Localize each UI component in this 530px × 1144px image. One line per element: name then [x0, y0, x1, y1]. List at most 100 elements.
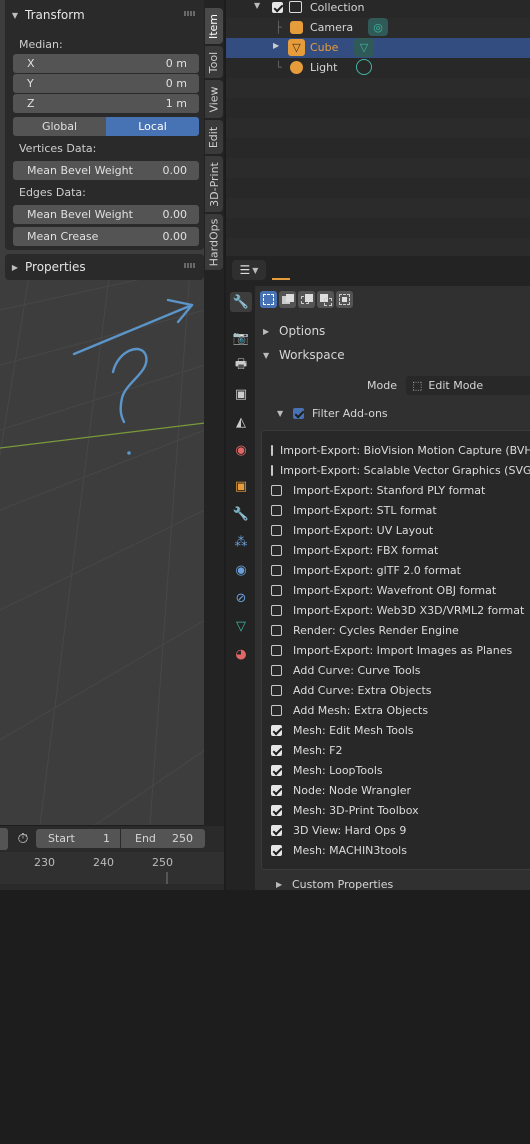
addon-row[interactable]: Import-Export: Scalable Vector Graphics …	[271, 460, 530, 480]
median-z-field[interactable]: Z 1 m	[13, 94, 199, 113]
custom-properties-section-header[interactable]	[490, 1120, 530, 1144]
tab-edit[interactable]: Edit	[205, 120, 223, 154]
modifier-icon[interactable]: 🔧	[230, 504, 252, 524]
tab-hardops[interactable]: HardOps	[205, 214, 223, 270]
addon-row[interactable]: Add Curve: Extra Objects	[271, 680, 526, 700]
checkbox-icon[interactable]	[272, 2, 283, 16]
select-intersect-icon[interactable]	[336, 291, 353, 308]
addon-row[interactable]: Add Mesh: Extra Objects	[271, 700, 526, 720]
addon-checkbox[interactable]	[271, 724, 282, 736]
expand-triangle-icon[interactable]: ▶	[273, 41, 279, 50]
addon-checkbox[interactable]	[271, 444, 273, 456]
start-frame-field[interactable]: Start 1	[36, 829, 120, 848]
edge-mean-crease-field[interactable]: Mean Crease 0.00	[13, 227, 199, 246]
light-data-icon[interactable]	[356, 59, 372, 75]
world-icon[interactable]: ◉	[230, 440, 252, 460]
addon-checkbox[interactable]	[271, 524, 282, 536]
global-button[interactable]: Global	[13, 117, 106, 136]
camera-data-icon[interactable]: ◎	[368, 18, 388, 36]
properties-panel-header[interactable]: ▶ Properties	[5, 254, 204, 280]
object-icon[interactable]: ▣	[230, 476, 252, 496]
addon-row[interactable]: Import-Export: FBX format	[271, 540, 526, 560]
expand-triangle-icon[interactable]: ▼	[254, 1, 260, 10]
addon-checkbox[interactable]	[271, 844, 282, 856]
view-layer-icon[interactable]: ▣	[230, 384, 252, 404]
addon-checkbox[interactable]	[271, 544, 282, 556]
local-button[interactable]: Local	[106, 117, 199, 136]
addon-checkbox[interactable]	[271, 764, 282, 776]
filter-addons-subpanel-header[interactable]: ▼ Filter Add-ons	[277, 407, 388, 420]
constraints-icon[interactable]: ⊘	[230, 588, 252, 608]
addon-checkbox[interactable]	[271, 784, 282, 796]
addon-checkbox[interactable]	[271, 824, 282, 836]
select-subtract-icon[interactable]	[298, 291, 315, 308]
custom-properties-header[interactable]: ▶ Custom Properties	[276, 878, 393, 891]
addon-row[interactable]: Import-Export: BioVision Motion Capture …	[271, 440, 530, 460]
tool-icon[interactable]: 🔧	[230, 292, 252, 312]
select-new-icon[interactable]	[260, 291, 277, 308]
addon-row[interactable]: Import-Export: Stanford PLY format	[271, 480, 526, 500]
addon-row[interactable]: Node: Node Wrangler	[271, 780, 526, 800]
tab-item[interactable]: Item	[205, 8, 223, 44]
addon-checkbox[interactable]	[271, 684, 282, 696]
object-data-icon[interactable]: ▽	[230, 616, 252, 636]
addon-row[interactable]: Import-Export: glTF 2.0 format	[271, 560, 526, 580]
end-frame-field[interactable]: End 250	[121, 829, 205, 848]
material-icon[interactable]: ◕	[230, 644, 252, 664]
addon-checkbox[interactable]	[271, 464, 273, 476]
drag-handle-icon[interactable]	[184, 11, 196, 16]
addon-row[interactable]: Import-Export: Wavefront OBJ format	[271, 580, 526, 600]
addon-checkbox[interactable]	[271, 484, 282, 496]
outliner-row-light[interactable]: └ Light	[226, 58, 530, 78]
addon-row[interactable]: Mesh: LoopTools	[271, 760, 526, 780]
addon-row[interactable]: Mesh: Edit Mesh Tools	[271, 720, 526, 740]
addon-row[interactable]: Import-Export: Import Images as Planes	[271, 640, 526, 660]
addon-row[interactable]: 3D View: Hard Ops 9	[271, 820, 526, 840]
median-x-field[interactable]: X 0 m	[13, 54, 199, 73]
addon-row[interactable]: Mesh: 3D-Print Toolbox	[271, 800, 526, 820]
tab-tool[interactable]: Tool	[205, 46, 223, 78]
options-section-header[interactable]: ▶ Options	[263, 324, 325, 338]
addon-checkbox[interactable]	[271, 564, 282, 576]
median-y-field[interactable]: Y 0 m	[13, 74, 199, 93]
select-difference-icon[interactable]	[317, 291, 334, 308]
3d-viewport[interactable]: ▼ Transform Median: X 0 m Y 0 m Z 1 m Globa…	[0, 0, 205, 825]
addon-checkbox[interactable]	[271, 664, 282, 676]
addon-row[interactable]: Mesh: MACHIN3tools	[271, 840, 526, 860]
editor-type-dropdown[interactable]: ☰ ▼	[232, 260, 266, 280]
mode-dropdown[interactable]: ⬚ Edit Mode	[406, 376, 530, 395]
drag-handle-icon[interactable]	[184, 263, 196, 268]
addon-checkbox[interactable]	[271, 504, 282, 516]
workspace-section-header[interactable]: ▼ Workspace	[263, 348, 345, 362]
addon-row[interactable]: Mesh: F2	[271, 740, 526, 760]
render-icon[interactable]: 📷	[230, 328, 252, 348]
tab-view[interactable]: View	[205, 80, 223, 118]
output-icon[interactable]: 🖶	[230, 356, 252, 376]
addon-checkbox[interactable]	[271, 744, 282, 756]
addon-checkbox[interactable]	[271, 644, 282, 656]
select-extend-icon[interactable]	[279, 291, 296, 308]
frame-ruler[interactable]: 230 240 250	[0, 852, 224, 890]
outliner-row-camera[interactable]: ├ Camera ◎	[226, 18, 530, 38]
outliner-row-collection[interactable]: ▼ Collection	[226, 0, 530, 18]
addon-row[interactable]: Import-Export: Web3D X3D/VRML2 format	[271, 600, 526, 620]
transform-panel-header[interactable]: ▼ Transform	[5, 2, 204, 28]
particles-icon[interactable]: ⁂	[230, 532, 252, 552]
addon-checkbox[interactable]	[271, 604, 282, 616]
outliner-row-cube[interactable]: ▶ ▽ Cube ▽	[226, 38, 530, 58]
edge-mean-bevel-weight-field[interactable]: Mean Bevel Weight 0.00	[13, 205, 199, 224]
filter-addons-checkbox[interactable]	[293, 408, 304, 419]
addon-checkbox[interactable]	[271, 804, 282, 816]
addon-row[interactable]: Import-Export: UV Layout	[271, 520, 526, 540]
addon-row[interactable]: Add Curve: Curve Tools	[271, 660, 526, 680]
mesh-data-icon[interactable]: ▽	[354, 38, 374, 57]
tab-3d-print[interactable]: 3D-Print	[205, 156, 223, 212]
addon-row[interactable]: Import-Export: STL format	[271, 500, 526, 520]
addon-row[interactable]: Render: Cycles Render Engine	[271, 620, 526, 640]
addon-checkbox[interactable]	[271, 624, 282, 636]
stopwatch-icon[interactable]: ⏱	[12, 829, 34, 849]
scene-icon[interactable]: ◭	[230, 412, 252, 432]
addon-checkbox[interactable]	[271, 584, 282, 596]
vertex-mean-bevel-weight-field[interactable]: Mean Bevel Weight 0.00	[13, 161, 199, 180]
physics-icon[interactable]: ◉	[230, 560, 252, 580]
